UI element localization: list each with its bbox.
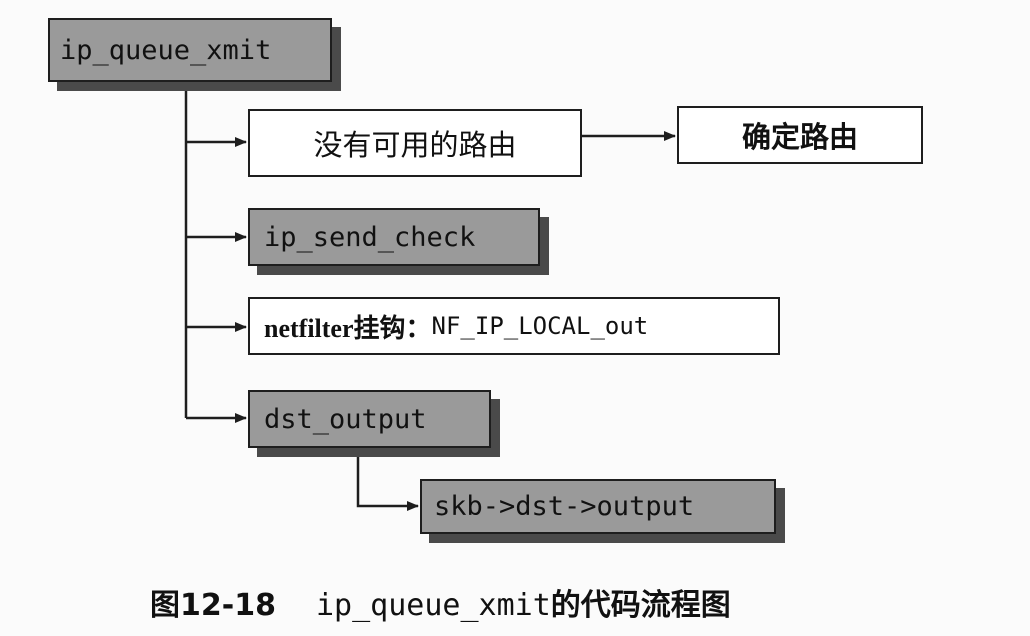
diagram-canvas: ip_queue_xmit 没有可用的路由 确定路由 ip_send_check… (0, 0, 1030, 636)
skb-dst-output-label: skb->dst->output (434, 491, 695, 522)
dst-output-box: dst_output (248, 390, 491, 448)
ip-send-check-box: ip_send_check (248, 208, 540, 266)
netfilter-prefix-label: netfilter挂钩： (264, 313, 432, 343)
ip-send-check-label: ip_send_check (264, 221, 476, 253)
no-route-label: 没有可用的路由 (313, 128, 517, 162)
netfilter-hook-box: netfilter挂钩： NF_IP_LOCAL_out (248, 297, 780, 355)
determine-route-label: 确定路由 (741, 120, 858, 154)
determine-route-box: 确定路由 (677, 106, 923, 164)
figure-caption: 图12-18 ip_queue_xmit的代码流程图 (150, 580, 731, 624)
figure-number: 图12-18 (150, 588, 276, 623)
figure-title: ip_queue_xmit的代码流程图 (316, 580, 731, 624)
ip-queue-xmit-label: ip_queue_xmit (60, 34, 272, 66)
figure-title-text: 的代码流程图 (550, 588, 731, 623)
no-route-box: 没有可用的路由 (248, 109, 582, 177)
figure-title-code: ip_queue_xmit (315, 588, 551, 623)
netfilter-hook-label: NF_IP_LOCAL_out (431, 312, 649, 340)
arrow-to-skb-dst-output (356, 457, 419, 511)
ip-queue-xmit-box: ip_queue_xmit (48, 18, 332, 82)
skb-dst-output-box: skb->dst->output (420, 479, 776, 534)
dst-output-label: dst_output (264, 403, 427, 435)
